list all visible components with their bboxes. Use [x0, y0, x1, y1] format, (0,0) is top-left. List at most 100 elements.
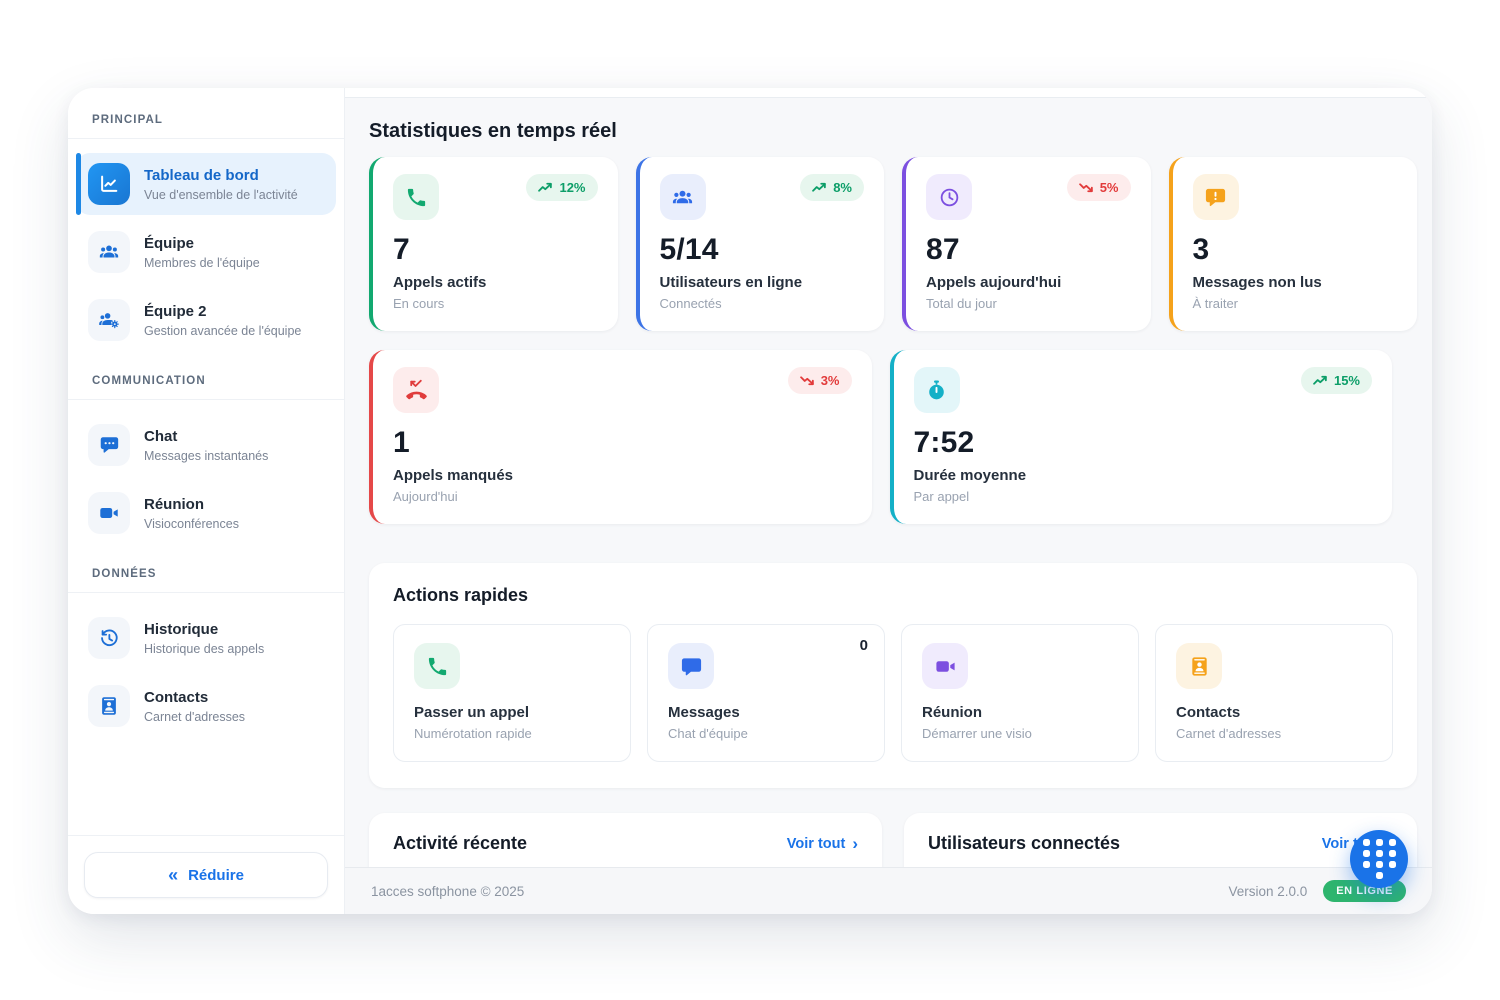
sidebar-item-subtitle: Visioconférences: [144, 517, 239, 531]
connected-users-title: Utilisateurs connectés: [928, 833, 1120, 854]
sidebar-item-equipe[interactable]: Équipe Membres de l'équipe: [76, 221, 336, 283]
dialpad-icon: [1363, 839, 1396, 879]
collapse-sidebar-button[interactable]: « Réduire: [84, 852, 328, 898]
messages-count-badge: 0: [860, 637, 868, 654]
sidebar-section-label-communication: COMMUNICATION: [68, 375, 344, 399]
action-title: Passer un appel: [414, 704, 610, 721]
stat-label: Durée moyenne: [914, 467, 1373, 484]
sidebar-item-historique[interactable]: Historique Historique des appels: [76, 607, 336, 669]
recent-activity-card: Activité récente Voir tout›: [369, 813, 882, 867]
sidebar-item-subtitle: Vue d'ensemble de l'activité: [144, 188, 298, 202]
sidebar-item-subtitle: Historique des appels: [144, 642, 264, 656]
message-alert-icon: [1193, 174, 1239, 220]
sidebar-section-label-principal: PRINCIPAL: [68, 114, 344, 138]
sidebar: PRINCIPAL Tableau de bord Vue d'ensemble…: [68, 88, 345, 914]
sidebar-item-tableau-de-bord[interactable]: Tableau de bord Vue d'ensemble de l'acti…: [76, 153, 336, 215]
clock-icon: [926, 174, 972, 220]
stopwatch-icon: [914, 367, 960, 413]
users-icon: [660, 174, 706, 220]
action-title: Messages: [668, 704, 864, 721]
divider: [68, 138, 344, 139]
stat-value: 87: [926, 233, 1131, 267]
sidebar-item-reunion[interactable]: Réunion Visioconférences: [76, 482, 336, 544]
action-reunion[interactable]: Réunion Démarrer une visio: [901, 624, 1139, 762]
quick-actions-title: Actions rapides: [393, 585, 1393, 606]
action-passer-un-appel[interactable]: Passer un appel Numérotation rapide: [393, 624, 631, 762]
team-settings-icon: [88, 299, 130, 341]
stat-card-appels-aujourdhui: 5% 87 Appels aujourd'hui Total du jour: [902, 157, 1151, 331]
stat-sublabel: Connectés: [660, 296, 865, 311]
connected-users-card: Utilisateurs connectés Voir tout›: [904, 813, 1417, 867]
sidebar-item-contacts[interactable]: Contacts Carnet d'adresses: [76, 675, 336, 737]
sidebar-section-label-donnees: DONNÉES: [68, 568, 344, 592]
sidebar-item-title: Réunion: [144, 495, 239, 515]
main-area: Statistiques en temps réel 12% 7 Appels …: [345, 88, 1432, 914]
trending-up-icon: [812, 182, 827, 193]
recent-activity-title: Activité récente: [393, 833, 527, 854]
team-icon: [88, 231, 130, 273]
sidebar-item-title: Tableau de bord: [144, 166, 298, 186]
stats-section-title: Statistiques en temps réel: [369, 120, 1417, 143]
copyright-text: 1acces softphone © 2025: [371, 884, 524, 899]
voir-tout-link[interactable]: Voir tout›: [787, 835, 858, 852]
sidebar-item-subtitle: Membres de l'équipe: [144, 256, 260, 270]
stat-card-messages-non-lus: 3 Messages non lus À traiter: [1169, 157, 1418, 331]
sidebar-footer: « Réduire: [68, 835, 344, 914]
dashboard-content: Statistiques en temps réel 12% 7 Appels …: [345, 98, 1432, 867]
sidebar-item-title: Équipe 2: [144, 302, 301, 322]
phone-icon: [414, 643, 460, 689]
dialpad-fab-button[interactable]: [1350, 830, 1408, 888]
sidebar-item-subtitle: Carnet d'adresses: [144, 710, 245, 724]
trending-down-icon: [1079, 182, 1094, 193]
sidebar-item-subtitle: Messages instantanés: [144, 449, 268, 463]
stat-card-appels-manques: 3% 1 Appels manqués Aujourd'hui: [369, 350, 872, 524]
phone-icon: [393, 174, 439, 220]
stat-sublabel: À traiter: [1193, 296, 1398, 311]
missed-call-icon: [393, 367, 439, 413]
sidebar-item-equipe-2[interactable]: Équipe 2 Gestion avancée de l'équipe: [76, 289, 336, 351]
sidebar-item-title: Équipe: [144, 234, 260, 254]
collapse-chevrons-icon: «: [168, 866, 178, 884]
action-title: Réunion: [922, 704, 1118, 721]
sidebar-item-chat[interactable]: Chat Messages instantanés: [76, 414, 336, 476]
stat-value: 3: [1193, 233, 1398, 267]
stat-label: Appels actifs: [393, 274, 598, 291]
action-messages[interactable]: 0 Messages Chat d'équipe: [647, 624, 885, 762]
stat-sublabel: Par appel: [914, 489, 1373, 504]
stat-label: Appels manqués: [393, 467, 852, 484]
stat-value: 1: [393, 426, 852, 460]
bottom-section: Activité récente Voir tout› Utilisateurs…: [369, 813, 1417, 867]
version-text: Version 2.0.0: [1228, 884, 1307, 899]
divider: [68, 592, 344, 593]
trending-up-icon: [538, 182, 553, 193]
sidebar-item-subtitle: Gestion avancée de l'équipe: [144, 324, 301, 338]
stat-value: 7: [393, 233, 598, 267]
action-subtitle: Démarrer une visio: [922, 726, 1118, 741]
video-icon: [922, 643, 968, 689]
trend-badge: 12%: [526, 174, 597, 201]
trend-badge: 3%: [788, 367, 852, 394]
chat-icon: [88, 424, 130, 466]
stats-row-1: 12% 7 Appels actifs En cours 8%: [369, 157, 1417, 331]
app-footer: 1acces softphone © 2025 Version 2.0.0 EN…: [345, 867, 1432, 914]
action-subtitle: Chat d'équipe: [668, 726, 864, 741]
divider: [68, 399, 344, 400]
stat-value: 5/14: [660, 233, 865, 267]
stat-label: Messages non lus: [1193, 274, 1398, 291]
action-contacts[interactable]: Contacts Carnet d'adresses: [1155, 624, 1393, 762]
stat-card-appels-actifs: 12% 7 Appels actifs En cours: [369, 157, 618, 331]
app-window: PRINCIPAL Tableau de bord Vue d'ensemble…: [68, 88, 1432, 914]
trending-down-icon: [800, 375, 815, 386]
chevron-right-icon: ›: [852, 835, 858, 852]
trend-badge: 5%: [1067, 174, 1131, 201]
trend-badge: 15%: [1301, 367, 1372, 394]
dashboard-icon: [88, 163, 130, 205]
header-divider: [345, 88, 1432, 98]
stat-value: 7:52: [914, 426, 1373, 460]
chat-icon: [668, 643, 714, 689]
stat-sublabel: Total du jour: [926, 296, 1131, 311]
stat-label: Appels aujourd'hui: [926, 274, 1131, 291]
history-icon: [88, 617, 130, 659]
contacts-icon: [1176, 643, 1222, 689]
collapse-label: Réduire: [188, 867, 244, 884]
